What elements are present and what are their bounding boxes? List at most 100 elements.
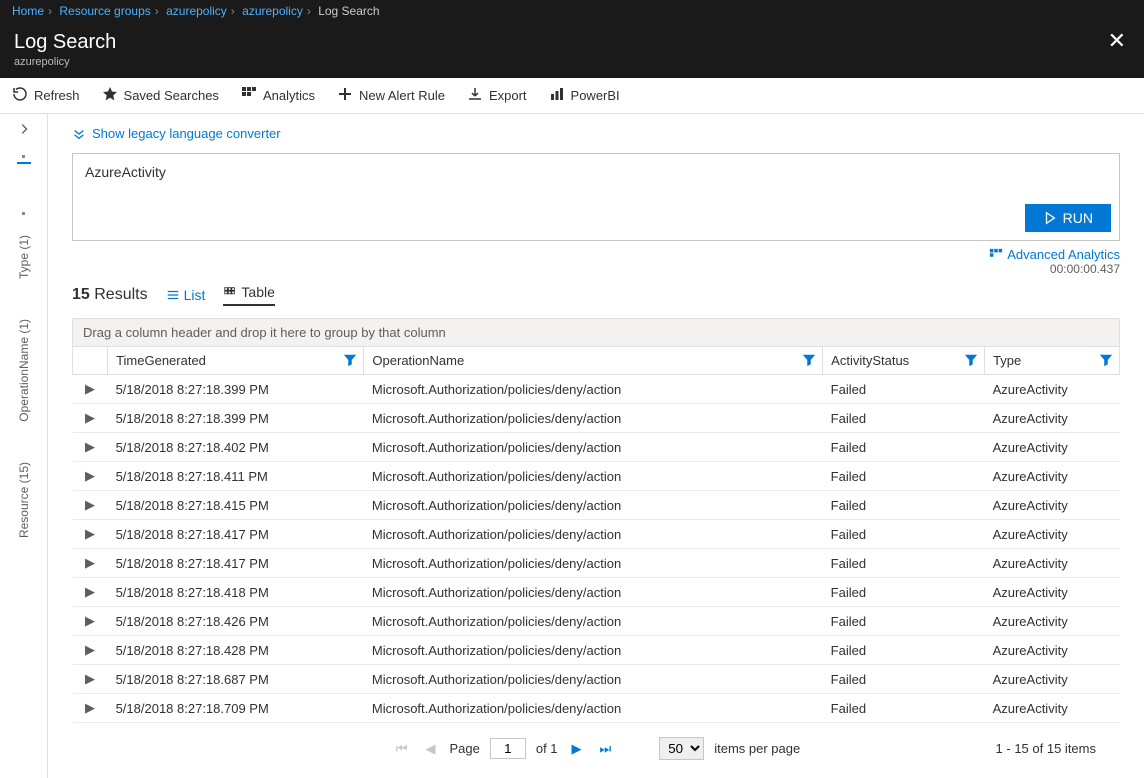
new-alert-button[interactable]: New Alert Rule <box>337 86 445 105</box>
expand-row-icon[interactable]: ▶ <box>73 694 108 723</box>
legacy-converter-label: Show legacy language converter <box>92 126 281 141</box>
cell-status: Failed <box>823 636 985 665</box>
page-subtitle: azurepolicy <box>14 56 116 68</box>
cell-time: 5/18/2018 8:27:18.418 PM <box>108 578 364 607</box>
breadcrumb-resource-groups[interactable]: Resource groups <box>59 4 150 18</box>
rail-type[interactable]: Type (1) <box>17 215 31 299</box>
table-row: ▶5/18/2018 8:27:18.411 PMMicrosoft.Autho… <box>73 462 1120 491</box>
cell-type: AzureActivity <box>985 462 1120 491</box>
cell-operation: Microsoft.Authorization/policies/deny/ac… <box>364 375 823 404</box>
pager-perpage-label: items per page <box>714 741 800 756</box>
cell-status: Failed <box>823 375 985 404</box>
view-table-toggle[interactable]: Table <box>223 284 274 306</box>
filter-icon[interactable] <box>964 353 978 370</box>
saved-searches-button[interactable]: Saved Searches <box>102 86 219 105</box>
cell-type: AzureActivity <box>985 607 1120 636</box>
rail-timeline <box>15 155 33 215</box>
pager-page-input[interactable] <box>490 738 526 759</box>
breadcrumb-azurepolicy-1[interactable]: azurepolicy <box>166 4 227 18</box>
rail-operationname[interactable]: OperationName (1) <box>17 299 31 442</box>
cell-status: Failed <box>823 491 985 520</box>
filter-icon[interactable] <box>1099 353 1113 370</box>
expand-row-icon[interactable]: ▶ <box>73 636 108 665</box>
query-editor[interactable]: AzureActivity RUN <box>72 153 1120 241</box>
col-operationname[interactable]: OperationName <box>364 347 823 375</box>
cell-type: AzureActivity <box>985 491 1120 520</box>
breadcrumb-home[interactable]: Home <box>12 4 44 18</box>
cell-operation: Microsoft.Authorization/policies/deny/ac… <box>364 520 823 549</box>
table-row: ▶5/18/2018 8:27:18.402 PMMicrosoft.Autho… <box>73 433 1120 462</box>
cell-type: AzureActivity <box>985 636 1120 665</box>
cell-status: Failed <box>823 694 985 723</box>
group-drop-area[interactable]: Drag a column header and drop it here to… <box>72 318 1120 346</box>
powerbi-button[interactable]: PowerBI <box>549 86 620 105</box>
legacy-converter-link[interactable]: Show legacy language converter <box>72 126 1120 141</box>
powerbi-icon <box>549 86 565 105</box>
cell-operation: Microsoft.Authorization/policies/deny/ac… <box>364 665 823 694</box>
pager-first[interactable]: ⏮ <box>392 741 412 757</box>
view-list-toggle[interactable]: List <box>166 287 206 303</box>
cell-type: AzureActivity <box>985 520 1120 549</box>
analytics-icon <box>241 86 257 105</box>
rail-resource[interactable]: Resource (15) <box>17 442 31 558</box>
cell-time: 5/18/2018 8:27:18.428 PM <box>108 636 364 665</box>
table-icon <box>223 285 237 299</box>
toolbar: Refresh Saved Searches Analytics New Ale… <box>0 78 1144 114</box>
col-activitystatus[interactable]: ActivityStatus <box>823 347 985 375</box>
expand-row-icon[interactable]: ▶ <box>73 433 108 462</box>
table-row: ▶5/18/2018 8:27:18.687 PMMicrosoft.Autho… <box>73 665 1120 694</box>
cell-time: 5/18/2018 8:27:18.399 PM <box>108 375 364 404</box>
pager-next[interactable]: ▶ <box>568 741 586 757</box>
expand-row-icon[interactable]: ▶ <box>73 520 108 549</box>
expand-row-icon[interactable]: ▶ <box>73 462 108 491</box>
pager-perpage-select[interactable]: 50 <box>659 737 704 760</box>
refresh-label: Refresh <box>34 88 80 103</box>
col-type[interactable]: Type <box>985 347 1120 375</box>
advanced-analytics-link[interactable]: Advanced Analytics <box>989 247 1120 262</box>
col-timegenerated[interactable]: TimeGenerated <box>108 347 364 375</box>
filter-icon[interactable] <box>343 353 357 370</box>
cell-type: AzureActivity <box>985 665 1120 694</box>
play-icon <box>1043 211 1057 225</box>
breadcrumb-azurepolicy-2[interactable]: azurepolicy <box>242 4 303 18</box>
expand-row-icon[interactable]: ▶ <box>73 607 108 636</box>
filter-icon[interactable] <box>802 353 816 370</box>
breadcrumb-current: Log Search <box>318 4 379 18</box>
cell-operation: Microsoft.Authorization/policies/deny/ac… <box>364 578 823 607</box>
cell-status: Failed <box>823 665 985 694</box>
export-button[interactable]: Export <box>467 86 527 105</box>
analytics-icon <box>989 248 1003 262</box>
download-icon <box>467 86 483 105</box>
expand-row-icon[interactable]: ▶ <box>73 549 108 578</box>
page-header: Log Search azurepolicy ✕ <box>0 22 1144 78</box>
cell-status: Failed <box>823 433 985 462</box>
cell-status: Failed <box>823 462 985 491</box>
analytics-button[interactable]: Analytics <box>241 86 315 105</box>
table-row: ▶5/18/2018 8:27:18.418 PMMicrosoft.Autho… <box>73 578 1120 607</box>
cell-operation: Microsoft.Authorization/policies/deny/ac… <box>364 462 823 491</box>
pager-last[interactable]: ⏭ <box>596 741 616 757</box>
cell-time: 5/18/2018 8:27:18.399 PM <box>108 404 364 433</box>
rail-expand-chevron[interactable] <box>17 122 31 139</box>
pager-prev[interactable]: ◀ <box>421 741 439 757</box>
cell-type: AzureActivity <box>985 375 1120 404</box>
expand-row-icon[interactable]: ▶ <box>73 665 108 694</box>
expand-row-icon[interactable]: ▶ <box>73 375 108 404</box>
refresh-button[interactable]: Refresh <box>12 86 80 105</box>
expand-row-icon[interactable]: ▶ <box>73 404 108 433</box>
export-label: Export <box>489 88 527 103</box>
run-button[interactable]: RUN <box>1025 204 1111 232</box>
pager: ⏮ ◀ Page of 1 ▶ ⏭ 50 items per page 1 - … <box>72 723 1120 770</box>
left-rail: Type (1) OperationName (1) Resource (15) <box>0 114 48 778</box>
powerbi-label: PowerBI <box>571 88 620 103</box>
expand-row-icon[interactable]: ▶ <box>73 578 108 607</box>
expand-row-icon[interactable]: ▶ <box>73 491 108 520</box>
table-row: ▶5/18/2018 8:27:18.399 PMMicrosoft.Autho… <box>73 375 1120 404</box>
cell-time: 5/18/2018 8:27:18.687 PM <box>108 665 364 694</box>
close-button[interactable]: ✕ <box>1104 30 1130 52</box>
table-row: ▶5/18/2018 8:27:18.417 PMMicrosoft.Autho… <box>73 549 1120 578</box>
pager-page-label: Page <box>449 741 479 756</box>
col-expand <box>73 347 108 375</box>
cell-operation: Microsoft.Authorization/policies/deny/ac… <box>364 694 823 723</box>
table-row: ▶5/18/2018 8:27:18.709 PMMicrosoft.Autho… <box>73 694 1120 723</box>
